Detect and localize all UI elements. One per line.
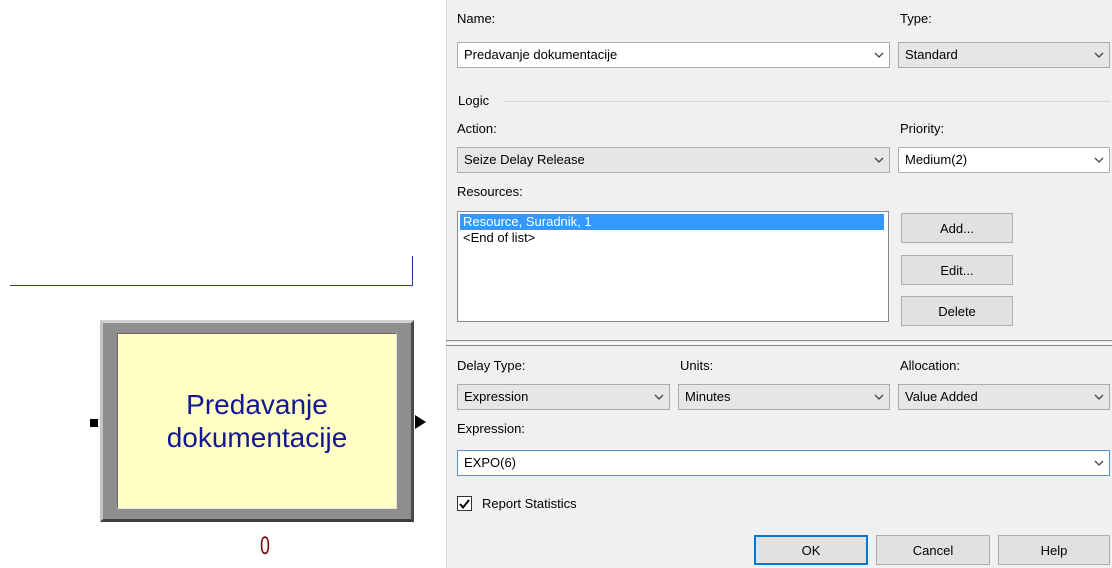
type-value: Standard: [905, 47, 958, 62]
edit-resource-button[interactable]: Edit...: [901, 255, 1013, 285]
allocation-label: Allocation:: [900, 358, 960, 373]
priority-label: Priority:: [900, 121, 945, 136]
resource-list-item[interactable]: Resource, Suradnik, 1: [460, 214, 884, 230]
module-entry-point[interactable]: [90, 419, 98, 427]
chevron-down-icon[interactable]: [1089, 451, 1109, 475]
expression-label: Expression:: [457, 421, 525, 436]
ok-button[interactable]: OK: [754, 535, 868, 565]
connector-line-horizontal[interactable]: [10, 285, 413, 286]
section-divider-highlight: [446, 343, 1112, 344]
flowchart-canvas[interactable]: Predavanje dokumentacije 0: [0, 0, 446, 568]
units-value: Minutes: [685, 389, 731, 404]
logic-group-title: Logic: [458, 93, 490, 108]
units-label: Units:: [680, 358, 714, 373]
action-dropdown[interactable]: Seize Delay Release: [457, 147, 890, 173]
chevron-down-icon[interactable]: [1089, 43, 1109, 67]
name-combobox[interactable]: Predavanje dokumentacije: [457, 42, 890, 68]
chevron-down-icon[interactable]: [869, 385, 889, 409]
help-button[interactable]: Help: [998, 535, 1110, 565]
module-entity-counter: 0: [259, 532, 271, 560]
delay-type-dropdown[interactable]: Expression: [457, 384, 670, 410]
allocation-value: Value Added: [905, 389, 978, 404]
action-value: Seize Delay Release: [464, 152, 585, 167]
expression-value: EXPO(6): [464, 455, 517, 470]
chevron-down-icon[interactable]: [869, 43, 889, 67]
section-divider-top: [446, 340, 1112, 341]
chevron-down-icon[interactable]: [1089, 385, 1109, 409]
delay-type-label: Delay Type:: [457, 358, 526, 373]
report-statistics-checkbox[interactable]: [457, 496, 472, 511]
chevron-down-icon[interactable]: [869, 148, 889, 172]
module-exit-arrow[interactable]: [415, 415, 426, 429]
priority-combobox[interactable]: Medium(2): [898, 147, 1110, 173]
section-divider-bottom: [446, 345, 1112, 346]
resource-list-end-item[interactable]: <End of list>: [458, 230, 888, 246]
chevron-down-icon[interactable]: [1089, 148, 1109, 172]
action-label: Action:: [457, 121, 497, 136]
name-label: Name:: [457, 11, 496, 26]
process-module-face[interactable]: Predavanje dokumentacije: [117, 333, 397, 509]
resources-label: Resources:: [457, 184, 523, 199]
resources-listbox[interactable]: Resource, Suradnik, 1 <End of list>: [457, 211, 889, 322]
logic-group-divider: [504, 101, 1110, 102]
expression-combobox[interactable]: EXPO(6): [457, 450, 1110, 476]
type-label: Type:: [900, 11, 932, 26]
process-module-label: Predavanje dokumentacije: [166, 389, 348, 453]
priority-value: Medium(2): [905, 152, 968, 167]
cancel-button[interactable]: Cancel: [876, 535, 990, 565]
type-dropdown[interactable]: Standard: [898, 42, 1110, 68]
connector-line-vertical[interactable]: [412, 256, 413, 286]
checkmark-icon: [459, 498, 470, 509]
allocation-dropdown[interactable]: Value Added: [898, 384, 1110, 410]
delete-resource-button[interactable]: Delete: [901, 296, 1013, 326]
chevron-down-icon[interactable]: [649, 385, 669, 409]
units-dropdown[interactable]: Minutes: [678, 384, 890, 410]
name-value: Predavanje dokumentacije: [464, 47, 618, 62]
delay-type-value: Expression: [464, 389, 529, 404]
report-statistics-label[interactable]: Report Statistics: [482, 496, 577, 512]
add-resource-button[interactable]: Add...: [901, 213, 1013, 243]
process-module[interactable]: Predavanje dokumentacije: [100, 320, 414, 522]
